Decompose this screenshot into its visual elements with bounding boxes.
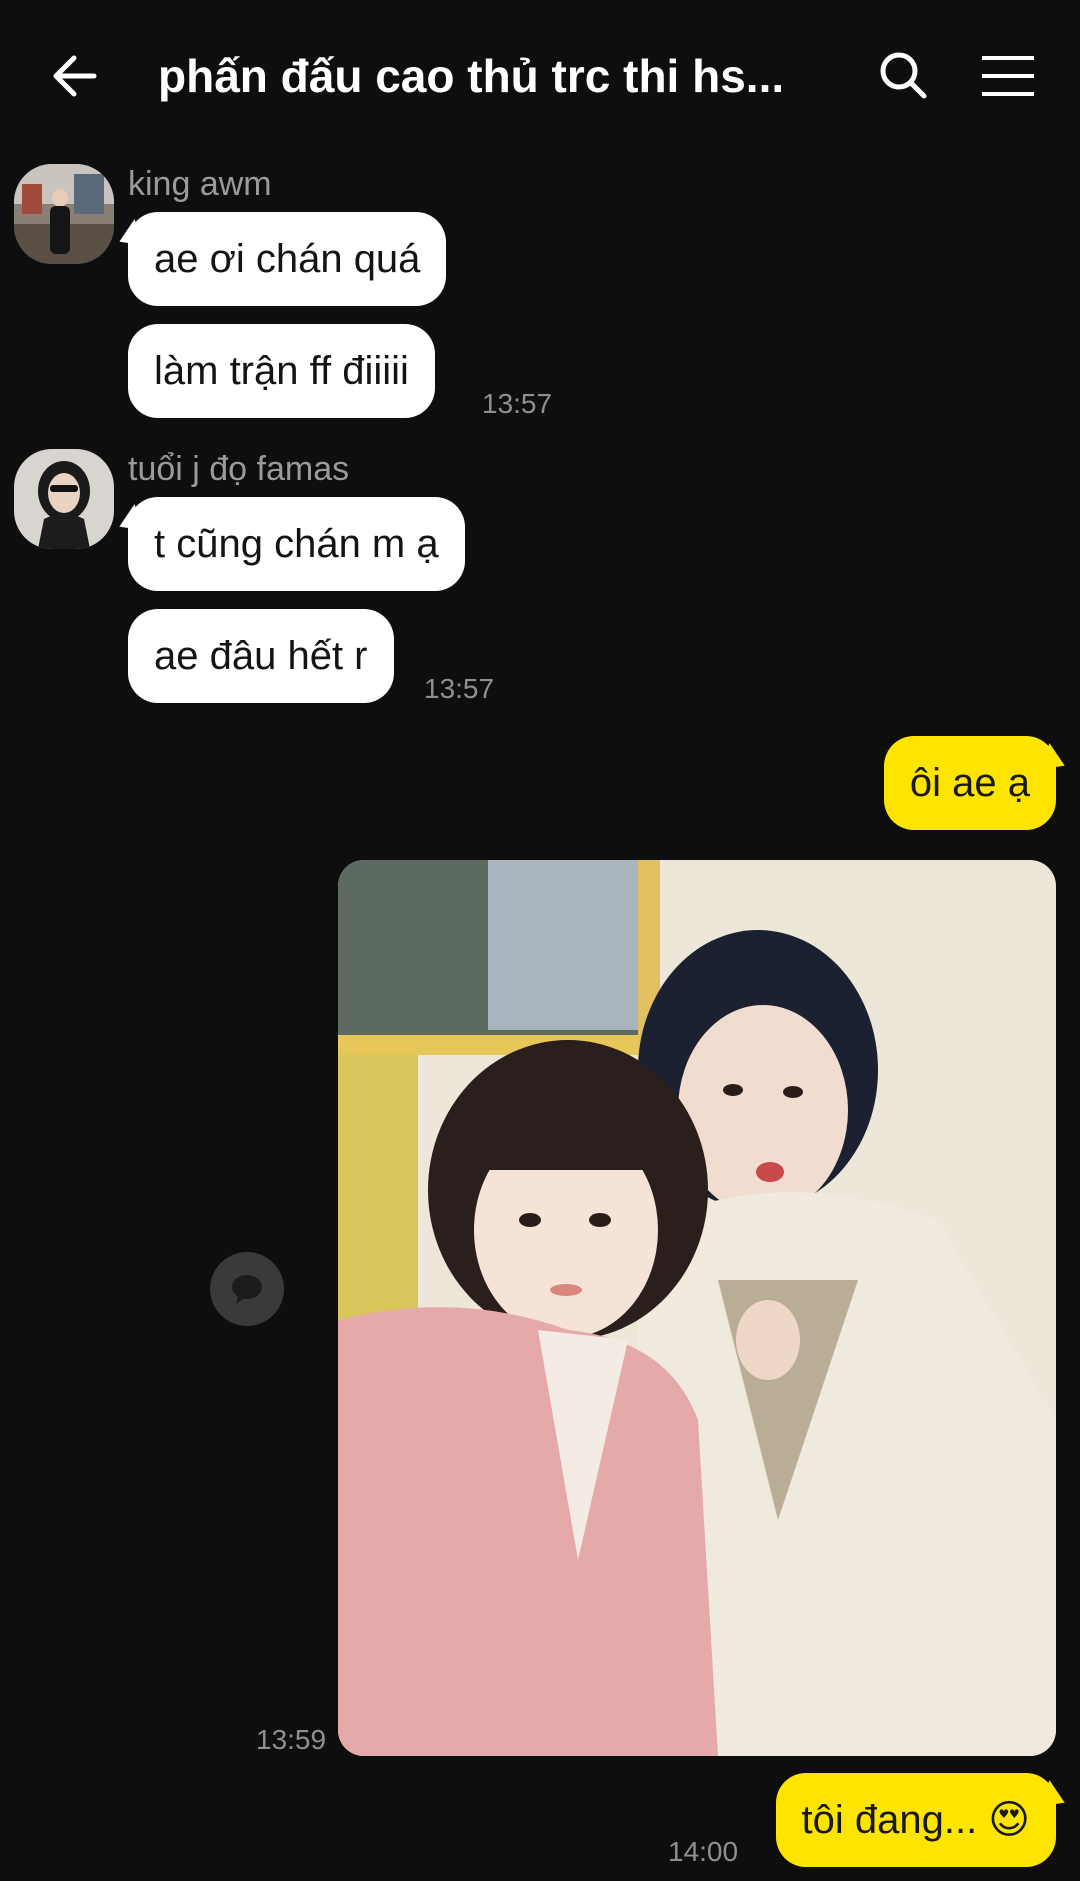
shared-photo[interactable] <box>338 860 1056 1756</box>
message-bubble[interactable]: t cũng chán m ạ <box>128 497 465 591</box>
message-bubble[interactable]: ae đâu hết r <box>128 609 394 703</box>
message-bubble[interactable]: ae ơi chán quá <box>128 212 447 306</box>
photo-image <box>338 860 1056 1756</box>
menu-button[interactable] <box>976 46 1040 106</box>
avatar[interactable] <box>14 164 114 264</box>
message-time: 13:59 <box>256 1724 327 1755</box>
avatar-image <box>14 164 114 264</box>
search-icon <box>880 52 927 99</box>
hamburger-menu-icon <box>982 56 1034 96</box>
sender-name: king awm <box>128 165 272 203</box>
my-message-bubble[interactable]: ôi ae ạ <box>883 736 1056 830</box>
search-button[interactable] <box>874 46 934 106</box>
arrow-left-icon <box>53 55 97 97</box>
sender-name: tuổi j đọ famas <box>128 450 350 488</box>
message-time: 13:57 <box>482 388 553 419</box>
message-time: 14:00 <box>668 1836 739 1867</box>
message-bubble[interactable]: làm trận ff điiiii <box>128 324 435 418</box>
chat-header: phấn đấu cao thủ trc thi hs... <box>0 0 1080 150</box>
back-button[interactable] <box>46 46 106 106</box>
message-time: 13:57 <box>424 673 495 704</box>
share-button[interactable] <box>210 1252 284 1326</box>
speech-bubble-icon <box>232 1275 262 1304</box>
avatar-image <box>14 449 114 549</box>
chat-title: phấn đấu cao thủ trc thi hs... <box>158 50 785 102</box>
avatar[interactable] <box>14 449 114 549</box>
my-message-bubble[interactable]: tôi đang... 😍 <box>775 1773 1056 1867</box>
